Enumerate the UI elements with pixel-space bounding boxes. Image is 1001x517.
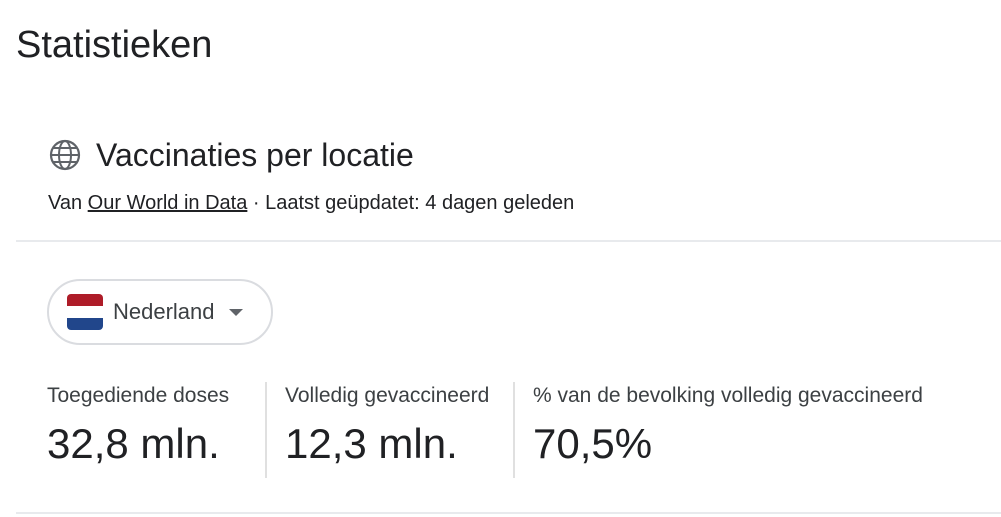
stat-percent-fully-vaccinated: % van de bevolking volledig gevaccineerd… xyxy=(515,382,923,478)
source-prefix: Van xyxy=(48,192,88,214)
last-updated: · Laatst geüpdatet: 4 dagen geleden xyxy=(247,192,575,214)
card-header: Vaccinaties per locatie xyxy=(48,134,414,176)
stat-label: % van de bevolking volledig gevaccineerd xyxy=(533,384,923,407)
location-label: Nederland xyxy=(113,299,215,324)
stat-administered-doses: Toegediende doses 32,8 mln. xyxy=(47,382,265,478)
page-title: Statistieken xyxy=(16,24,213,66)
stats-row: Toegediende doses 32,8 mln. Volledig gev… xyxy=(47,382,923,478)
stat-label: Toegediende doses xyxy=(47,384,230,407)
source-link[interactable]: Our World in Data xyxy=(88,192,248,214)
stat-value: 70,5% xyxy=(533,420,653,467)
stat-label: Volledig gevaccineerd xyxy=(285,384,490,407)
card-title: Vaccinaties per locatie xyxy=(96,137,414,173)
stat-fully-vaccinated: Volledig gevaccineerd 12,3 mln. xyxy=(267,382,513,478)
dropdown-arrow-icon xyxy=(228,308,243,316)
netherlands-flag-icon xyxy=(67,294,103,330)
stat-value: 12,3 mln. xyxy=(285,420,458,467)
source-attribution: Van Our World in Data · Laatst geüpdatet… xyxy=(48,190,574,216)
location-dropdown[interactable]: Nederland xyxy=(47,279,273,345)
stat-value: 32,8 mln. xyxy=(47,420,220,467)
divider xyxy=(16,512,1001,514)
divider xyxy=(16,240,1001,242)
globe-icon xyxy=(48,138,82,172)
